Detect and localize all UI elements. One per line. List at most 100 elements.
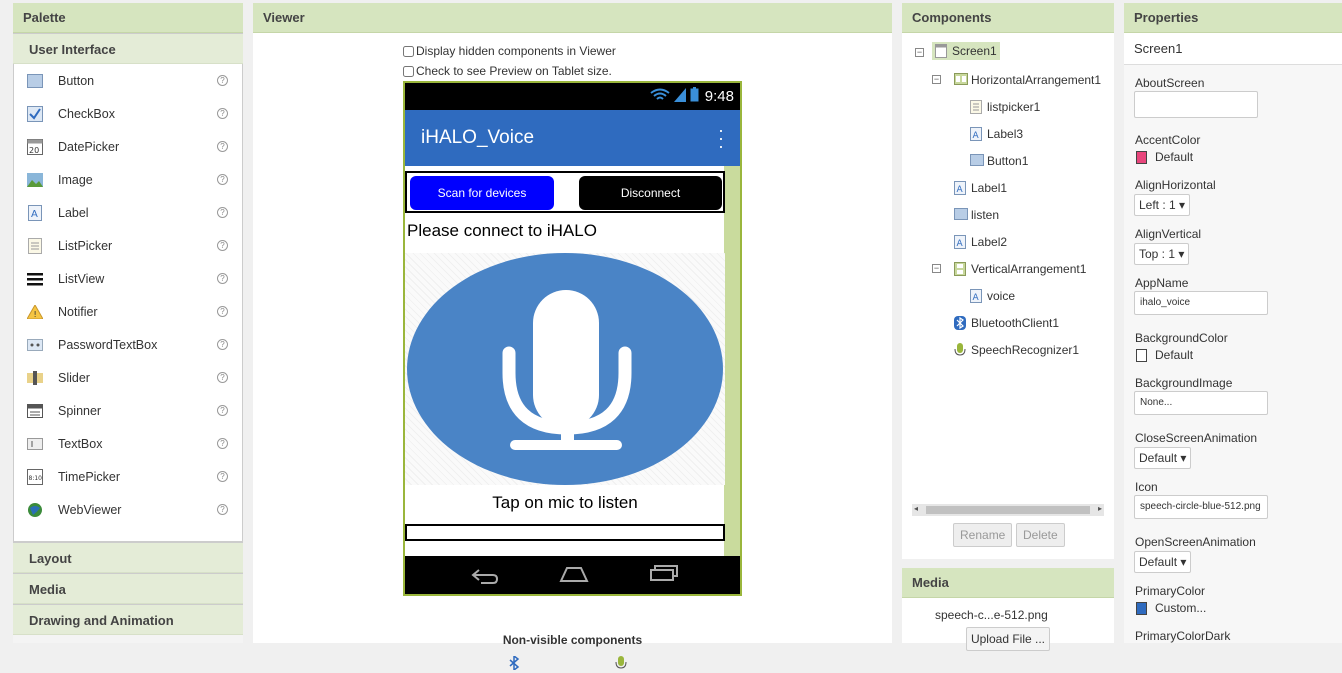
accent-color-value: Default — [1155, 150, 1194, 164]
palette-item-label: PasswordTextBox — [58, 337, 158, 352]
palette-section-drawing[interactable]: Drawing and Animation — [13, 604, 243, 635]
help-icon[interactable]: ? — [217, 240, 228, 251]
help-icon[interactable]: ? — [217, 306, 228, 317]
align-horizontal-label: AlignHorizontal — [1135, 178, 1216, 192]
home-icon[interactable] — [559, 565, 589, 586]
tree-item-horizontalarrangement1[interactable]: HorizontalArrangement1 — [954, 73, 1101, 87]
background-image-input[interactable]: None... — [1134, 391, 1268, 415]
tree-item-listpicker1[interactable]: listpicker1 — [970, 100, 1040, 114]
palette-item-listpicker[interactable]: ListPicker ? — [14, 229, 242, 262]
palette-item-notifier[interactable]: ! Notifier ? — [14, 295, 242, 328]
palette-item-image[interactable]: Image ? — [14, 163, 242, 196]
tree-item-label3[interactable]: A Label3 — [970, 127, 1023, 141]
accent-color-picker[interactable]: Default — [1136, 150, 1193, 164]
help-icon[interactable]: ? — [217, 438, 228, 449]
background-color-picker[interactable]: Default — [1136, 348, 1193, 362]
align-horizontal-select[interactable]: Left : 1 ▾ — [1134, 194, 1191, 216]
help-icon[interactable]: ? — [217, 405, 228, 416]
collapse-varr-toggle[interactable]: − — [932, 264, 941, 273]
palette-item-listview[interactable]: ListView ? — [14, 262, 242, 295]
open-screen-animation-select[interactable]: Default ▾ — [1134, 551, 1192, 573]
overflow-menu-icon[interactable]: · · · — [718, 121, 724, 155]
palette-item-webviewer[interactable]: WebViewer ? — [14, 493, 242, 526]
bluetooth-icon[interactable] — [508, 654, 520, 673]
palette-item-label: Label — [58, 205, 89, 220]
collapse-screen1-toggle[interactable]: − — [915, 48, 924, 57]
media-file[interactable]: speech-c...e-512.png — [935, 608, 1048, 622]
status-time: 9:48 — [704, 88, 734, 105]
listen-button[interactable] — [405, 253, 725, 485]
delete-button[interactable]: Delete — [1016, 523, 1065, 547]
palette-item-label: ListPicker — [58, 238, 113, 253]
help-icon[interactable]: ? — [217, 504, 228, 515]
align-vertical-select[interactable]: Top : 1 ▾ — [1134, 243, 1190, 265]
wifi-icon — [650, 88, 670, 106]
tree-item-label2[interactable]: A Label2 — [954, 235, 1007, 249]
palette-item-slider[interactable]: Slider ? — [14, 361, 242, 394]
vertical-arrangement-icon — [954, 262, 968, 276]
recents-icon[interactable] — [649, 564, 679, 585]
tablet-preview-checkbox[interactable]: Check to see Preview on Tablet size. — [403, 64, 612, 78]
tree-label: voice — [987, 289, 1016, 303]
hidden-components-check[interactable] — [403, 45, 414, 57]
scan-devices-button[interactable]: Scan for devices — [410, 176, 554, 210]
collapse-harr-toggle[interactable]: − — [932, 75, 941, 84]
signal-icon — [673, 87, 686, 106]
scroll-thumb[interactable] — [926, 506, 1090, 514]
palette-item-label: TextBox — [58, 436, 103, 451]
svg-text:20: 20 — [29, 146, 39, 155]
primary-color-picker[interactable]: Custom... — [1136, 601, 1206, 615]
tree-item-label1[interactable]: A Label1 — [954, 181, 1007, 195]
tree-item-voice[interactable]: A voice — [970, 289, 1015, 303]
help-icon[interactable]: ? — [217, 174, 228, 185]
palette-section-media[interactable]: Media — [13, 573, 243, 604]
tree-label: listpicker1 — [987, 100, 1041, 114]
tree-item-button1[interactable]: Button1 — [970, 154, 1028, 168]
help-icon[interactable]: ? — [217, 141, 228, 152]
palette-item-spinner[interactable]: Spinner ? — [14, 394, 242, 427]
palette-item-datepicker[interactable]: 20 DatePicker ? — [14, 130, 242, 163]
app-name-input[interactable]: ihalo_voice — [1134, 291, 1268, 315]
svg-text:A: A — [31, 209, 38, 220]
help-icon[interactable]: ? — [217, 75, 228, 86]
palette-item-label: Spinner — [58, 403, 102, 418]
help-icon[interactable]: ? — [217, 339, 228, 350]
viewer-scroll-rail[interactable] — [724, 166, 740, 557]
palette-item-passwordtextbox[interactable]: PasswordTextBox ? — [14, 328, 242, 361]
close-screen-animation-label: CloseScreenAnimation — [1135, 431, 1258, 445]
components-hscrollbar[interactable]: ◂ ▸ — [912, 504, 1104, 516]
close-screen-animation-select[interactable]: Default ▾ — [1134, 447, 1192, 469]
scroll-left-icon[interactable]: ◂ — [914, 504, 918, 513]
palette-item-button[interactable]: Button ? — [14, 64, 242, 97]
help-icon[interactable]: ? — [217, 372, 228, 383]
tablet-preview-check[interactable] — [403, 65, 414, 77]
palette-section-layout[interactable]: Layout — [13, 542, 243, 573]
spinner-icon — [26, 402, 44, 420]
palette-section-user-interface[interactable]: User Interface — [13, 33, 243, 64]
disconnect-button[interactable]: Disconnect — [579, 176, 722, 210]
scroll-right-icon[interactable]: ▸ — [1098, 504, 1102, 513]
palette-item-textbox[interactable]: TextBox ? — [14, 427, 242, 460]
help-icon[interactable]: ? — [217, 207, 228, 218]
properties-title: Properties — [1124, 3, 1342, 33]
speech-recognizer-icon[interactable] — [615, 656, 627, 673]
icon-input[interactable]: speech-circle-blue-512.png — [1134, 495, 1268, 519]
tree-item-listen[interactable]: listen — [954, 208, 999, 222]
hidden-components-checkbox[interactable]: Display hidden components in Viewer — [403, 44, 616, 58]
palette-item-label[interactable]: A Label ? — [14, 196, 242, 229]
help-icon[interactable]: ? — [217, 273, 228, 284]
tree-label: Label1 — [971, 181, 1008, 195]
tree-item-verticalarrangement1[interactable]: VerticalArrangement1 — [954, 262, 1086, 276]
palette-item-timepicker[interactable]: 8:10 TimePicker ? — [14, 460, 242, 493]
back-icon[interactable] — [471, 566, 499, 587]
about-screen-textarea[interactable] — [1134, 91, 1258, 118]
rename-button[interactable]: Rename — [953, 523, 1013, 547]
palette-item-checkbox[interactable]: CheckBox ? — [14, 97, 242, 130]
upload-file-button[interactable]: Upload File ... — [966, 627, 1050, 651]
background-color-label: BackgroundColor — [1135, 331, 1228, 345]
help-icon[interactable]: ? — [217, 471, 228, 482]
tree-item-screen1[interactable]: Screen1 — [932, 42, 1000, 60]
tree-item-bluetoothclient1[interactable]: BluetoothClient1 — [954, 316, 1059, 330]
help-icon[interactable]: ? — [217, 108, 228, 119]
tree-item-speechrecognizer1[interactable]: SpeechRecognizer1 — [954, 343, 1079, 357]
